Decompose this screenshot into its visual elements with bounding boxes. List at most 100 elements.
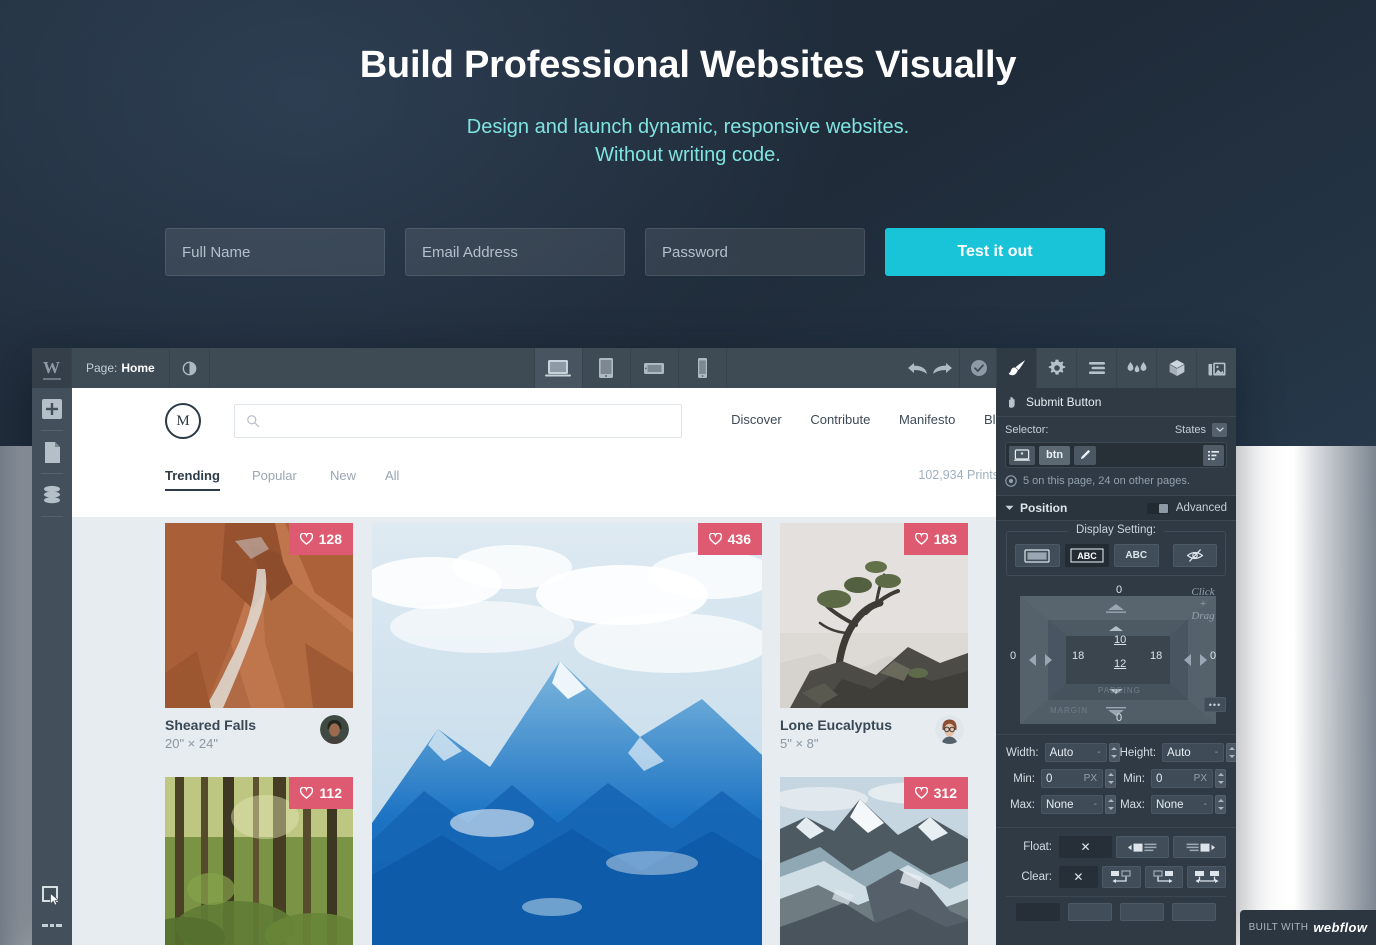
min-height-control[interactable]: Min: 0 PX xyxy=(1116,769,1226,788)
selector-class-chip[interactable]: btn xyxy=(1039,445,1071,465)
mobile-portrait-breakpoint-button[interactable] xyxy=(679,348,727,388)
card-thumbnail[interactable]: 436 xyxy=(372,523,762,945)
tab-style[interactable] xyxy=(996,348,1036,388)
width-stepper[interactable] xyxy=(1108,743,1120,762)
like-badge[interactable]: 128 xyxy=(288,523,353,555)
min-width-input[interactable]: 0 PX xyxy=(1041,769,1103,788)
like-badge[interactable]: 436 xyxy=(697,523,762,555)
float-left-button[interactable] xyxy=(1116,836,1169,858)
float-none-button[interactable]: ✕ xyxy=(1059,836,1112,858)
saved-status-button[interactable] xyxy=(960,348,1000,388)
max-height-input[interactable]: None - xyxy=(1151,795,1213,814)
gallery-card[interactable]: 183 Lone Eucalyptus 5" × 8" xyxy=(780,523,968,751)
selector-list-icon[interactable] xyxy=(1203,445,1224,466)
max-width-stepper[interactable] xyxy=(1105,795,1116,814)
current-page-indicator[interactable]: Page: Home xyxy=(72,348,170,388)
min-width-control[interactable]: Min: 0 PX xyxy=(1006,769,1116,788)
display-none-button[interactable] xyxy=(1172,544,1217,567)
height-stepper[interactable] xyxy=(1226,743,1236,762)
min-height-stepper[interactable] xyxy=(1215,769,1226,788)
padding-top-value[interactable]: 10 xyxy=(1114,634,1126,646)
max-width-input[interactable]: None - xyxy=(1041,795,1103,814)
card-thumbnail[interactable]: 128 xyxy=(165,523,353,708)
states-dropdown[interactable]: States xyxy=(1175,422,1227,437)
card-thumbnail[interactable]: 183 xyxy=(780,523,968,708)
padding-bottom-value[interactable]: 12 xyxy=(1114,658,1126,670)
gallery-card[interactable]: 128 Sheared Falls 20" × 24" xyxy=(165,523,353,751)
rail-select[interactable] xyxy=(32,875,72,917)
clear-left-button[interactable] xyxy=(1101,866,1141,888)
margin-left-value[interactable]: 0 xyxy=(1010,650,1016,662)
built-with-webflow-badge[interactable]: BUILT WITH webflow xyxy=(1240,910,1376,945)
selector-edit-chip[interactable] xyxy=(1074,445,1097,465)
stub-button-1[interactable] xyxy=(1016,903,1060,921)
min-width-stepper[interactable] xyxy=(1105,769,1116,788)
tab-trending[interactable]: Trending xyxy=(165,468,220,491)
margin-bottom-value[interactable]: 0 xyxy=(1116,712,1122,724)
nav-item-contribute[interactable]: Contribute xyxy=(810,412,870,427)
height-control[interactable]: Height: Auto - xyxy=(1120,743,1236,762)
height-input[interactable]: Auto - xyxy=(1162,743,1225,762)
like-badge[interactable]: 312 xyxy=(903,777,968,809)
card-thumbnail[interactable]: 312 xyxy=(780,777,968,945)
float-right-button[interactable] xyxy=(1173,836,1226,858)
site-search-box[interactable] xyxy=(234,404,682,438)
tab-popular[interactable]: Popular xyxy=(252,468,297,483)
position-section-header[interactable]: Position Advanced xyxy=(996,495,1236,521)
gallery-card[interactable]: 436 xyxy=(372,523,762,945)
password-input[interactable] xyxy=(645,228,865,276)
avatar[interactable] xyxy=(320,715,349,744)
stub-button-4[interactable] xyxy=(1172,903,1216,921)
rail-add[interactable] xyxy=(32,388,72,430)
max-width-control[interactable]: Max: None - xyxy=(1006,795,1116,814)
card-thumbnail[interactable]: 112 xyxy=(165,777,353,945)
gallery-card[interactable]: 112 xyxy=(165,777,353,945)
clear-both-button[interactable] xyxy=(1187,866,1226,888)
desktop-breakpoint-button[interactable] xyxy=(534,348,583,388)
padding-left-value[interactable]: 18 xyxy=(1072,650,1084,662)
margin-right-value[interactable]: 0 xyxy=(1210,650,1216,662)
selector-chips[interactable]: * btn xyxy=(1005,442,1227,468)
nav-item-discover[interactable]: Discover xyxy=(731,412,782,427)
undo-redo-group[interactable] xyxy=(902,348,960,388)
display-inline-button[interactable]: ABC xyxy=(1114,544,1159,567)
tab-navigator[interactable] xyxy=(1076,348,1116,388)
full-name-input[interactable] xyxy=(165,228,385,276)
preview-toggle-button[interactable] xyxy=(170,348,210,388)
margin-top-value[interactable]: 0 xyxy=(1116,584,1122,596)
webflow-logo-icon[interactable]: W xyxy=(32,348,72,388)
test-it-out-button[interactable]: Test it out xyxy=(885,228,1105,276)
email-input[interactable] xyxy=(405,228,625,276)
tablet-breakpoint-button[interactable] xyxy=(583,348,631,388)
avatar[interactable] xyxy=(935,715,964,744)
tab-assets[interactable] xyxy=(1196,348,1236,388)
stub-button-2[interactable] xyxy=(1068,903,1112,921)
max-height-control[interactable]: Max: None - xyxy=(1116,795,1226,814)
max-height-stepper[interactable] xyxy=(1215,795,1226,814)
gallery-card[interactable]: 312 xyxy=(780,777,968,945)
display-inline-block-button[interactable]: ABC xyxy=(1064,544,1109,567)
clear-right-button[interactable] xyxy=(1144,866,1184,888)
min-height-input[interactable]: 0 PX xyxy=(1151,769,1213,788)
like-badge[interactable]: 112 xyxy=(289,777,353,809)
selector-scope-chip[interactable]: * xyxy=(1009,445,1035,465)
site-logo[interactable]: M xyxy=(165,403,201,439)
rail-pages[interactable] xyxy=(32,431,72,473)
clear-none-button[interactable]: ✕ xyxy=(1059,866,1098,888)
width-input[interactable]: Auto - xyxy=(1044,743,1107,762)
rail-boundary[interactable] xyxy=(32,917,72,937)
width-control[interactable]: Width: Auto - xyxy=(1006,743,1120,762)
mobile-landscape-breakpoint-button[interactable] xyxy=(631,348,679,388)
tab-new[interactable]: New xyxy=(330,468,356,483)
nav-item-manifesto[interactable]: Manifesto xyxy=(899,412,955,427)
tab-all[interactable]: All xyxy=(385,468,399,483)
display-block-button[interactable] xyxy=(1015,544,1060,567)
padding-right-value[interactable]: 18 xyxy=(1150,650,1162,662)
three-dots-icon[interactable]: ••• xyxy=(1204,697,1226,712)
advanced-toggle[interactable]: Advanced xyxy=(1146,502,1227,514)
stub-button-3[interactable] xyxy=(1120,903,1164,921)
tab-settings[interactable] xyxy=(1036,348,1076,388)
tab-interactions[interactable] xyxy=(1116,348,1156,388)
like-badge[interactable]: 183 xyxy=(903,523,968,555)
tab-symbols[interactable] xyxy=(1156,348,1196,388)
